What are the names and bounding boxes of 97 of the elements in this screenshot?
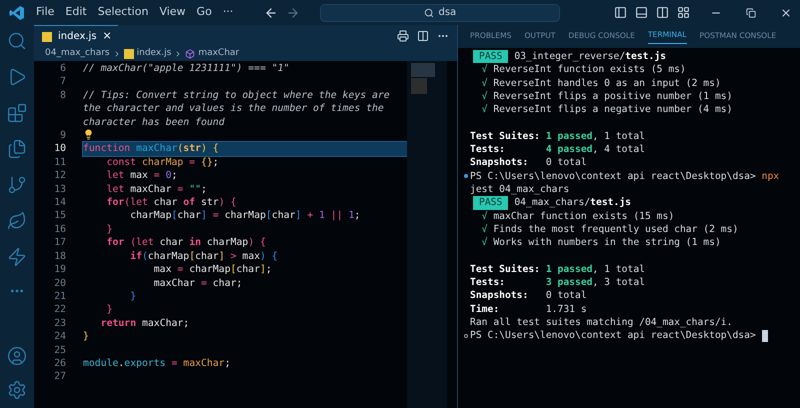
files-icon[interactable] [7,139,27,159]
line-number: 19 [53,263,66,276]
line-number: 12 [53,169,66,183]
line-number: 10 [53,142,66,156]
customize-layout-icon[interactable] [677,6,690,19]
line-number: 21 [53,290,66,304]
line-number: 23 [53,316,66,330]
javascript-file-icon [42,32,52,42]
close-icon[interactable] [780,6,792,18]
pass-badge: PASS [473,196,508,210]
code-line: } [129,290,138,304]
leaf-icon[interactable] [7,211,27,231]
search-field[interactable]: dsa [320,4,560,22]
tab-label: index.js [58,30,97,44]
code-line: module.exports = maxChar; [83,356,232,370]
terminal-line: √ ReverseInt handles 0 as an input (2 ms) [480,76,721,90]
code-line: max = charMap[char]; [152,263,273,276]
test-file-path: 04_max_chars/test.js [514,196,631,210]
code-line: charMap[char] = charMap[char] + 1 || 1; [129,209,362,223]
search-icon [424,8,434,18]
menu-item[interactable]: Go [196,4,212,21]
code-line: function maxChar(str) { [83,142,220,156]
code-line: } [106,222,114,236]
terminal-prompt: PS C:\Users\lenovo\context api react\Desktop\dsa> npx [470,170,780,183]
code-line: } [83,330,90,344]
line-number: 9 [59,129,66,142]
toggle-sidebar-icon[interactable] [614,6,627,19]
editor-logo-icon [9,4,25,20]
toggle-panel-icon[interactable] [635,6,648,19]
menu-item[interactable]: ··· [222,4,234,21]
code-line: if(charMap[char] > max) { [129,250,279,264]
terminal-line: Snapshots: 0 total [469,156,587,170]
extensions-icon[interactable] [7,103,27,123]
line-number: 27 [53,370,66,384]
terminal-line: √ Finds the most frequently used char (2 ms) [480,222,738,236]
code-line: } [106,303,114,317]
line-number: 17 [53,236,66,250]
restore-icon[interactable] [746,8,756,18]
line-number: 16 [53,222,66,236]
line-number: 22 [53,303,66,317]
search-icon[interactable] [7,31,27,51]
terminal-line: Test Suites: 1 passed, 1 total [469,130,645,144]
terminal-line: Tests: 3 passed, 3 total [469,276,645,290]
menu-item[interactable]: View [159,4,186,21]
breadcrumb-item[interactable]: 04_max_chars [45,47,110,61]
lightbulb-icon[interactable] [83,129,94,140]
code-line: for (let char in charMap) { [106,236,267,250]
test-file-path: 03_integer_reverse/test.js [514,50,666,64]
lightning-icon[interactable] [7,247,27,267]
code-line: const charMap = {}; [106,156,220,170]
code-line: let maxChar = ""; [106,182,208,196]
terminal-line: √ Works with numbers in the string (1 ms) [480,236,721,250]
terminal-line: jest 04_max_chars [469,182,570,196]
line-number: 26 [53,356,66,370]
breadcrumb-item[interactable]: index.js [136,47,172,61]
cube-icon [185,49,196,59]
line-number: 24 [53,330,66,344]
code-line: let max = 0; [106,169,178,183]
line-number: 14 [53,196,66,210]
terminal-line: √ maxChar function exists (15 ms) [480,210,674,223]
code-comment: // Tips: Convert string to object where the keys are the character and values is the number of times the character has been found [83,88,391,130]
code-line: maxChar = char; [152,276,244,290]
breadcrumb-item[interactable]: maxChar [198,47,240,61]
code-line: return maxChar; [100,316,190,330]
line-number: 7 [59,75,66,89]
line-number: 13 [53,182,66,196]
code-comment: // maxChar("apple 1231111") === "1" [83,62,290,76]
line-number: 20 [53,276,66,290]
pass-badge: PASS [473,50,508,64]
source-control-icon[interactable] [7,175,27,195]
line-number: 18 [53,250,66,264]
account-icon[interactable] [7,346,27,366]
terminal-line: Time: 1.731 s [469,302,587,316]
line-number: 6 [59,62,66,76]
terminal-line: √ ReverseInt flips a negative number (4 ms) [480,103,732,116]
terminal-prompt: PS C:\Users\lenovo\context api react\Desktop\dsa> [470,329,757,343]
javascript-file-icon [124,49,134,59]
terminal-line: Snapshots: 0 total [469,289,587,303]
line-number: 11 [53,156,66,170]
menu-item[interactable]: File [36,4,54,21]
menu-item[interactable]: Selection [98,4,148,21]
terminal-line: Ran all test suites matching /04_max_chars/i. [469,316,732,330]
code-line: for(let char of str) { [106,196,238,210]
editor-tab[interactable]: index.js × [34,25,118,47]
line-number: 15 [53,209,66,223]
terminal-line: Test Suites: 1 passed, 1 total [469,262,645,276]
split-editor-icon[interactable] [417,30,429,42]
terminal-line: Tests: 4 passed, 4 total [469,143,645,156]
printer-icon[interactable] [397,30,409,42]
toggle-secondary-sidebar-icon[interactable] [656,6,669,19]
terminal-line: √ ReverseInt function exists (5 ms) [480,63,686,77]
tab-close-button[interactable]: × [102,28,112,45]
menu-item[interactable]: Edit [65,4,87,21]
line-number: 8 [59,88,66,103]
settings-icon[interactable] [7,380,27,400]
terminal-line: √ ReverseInt flips a positive number (1 ms) [480,90,732,104]
line-number: 25 [53,344,66,357]
